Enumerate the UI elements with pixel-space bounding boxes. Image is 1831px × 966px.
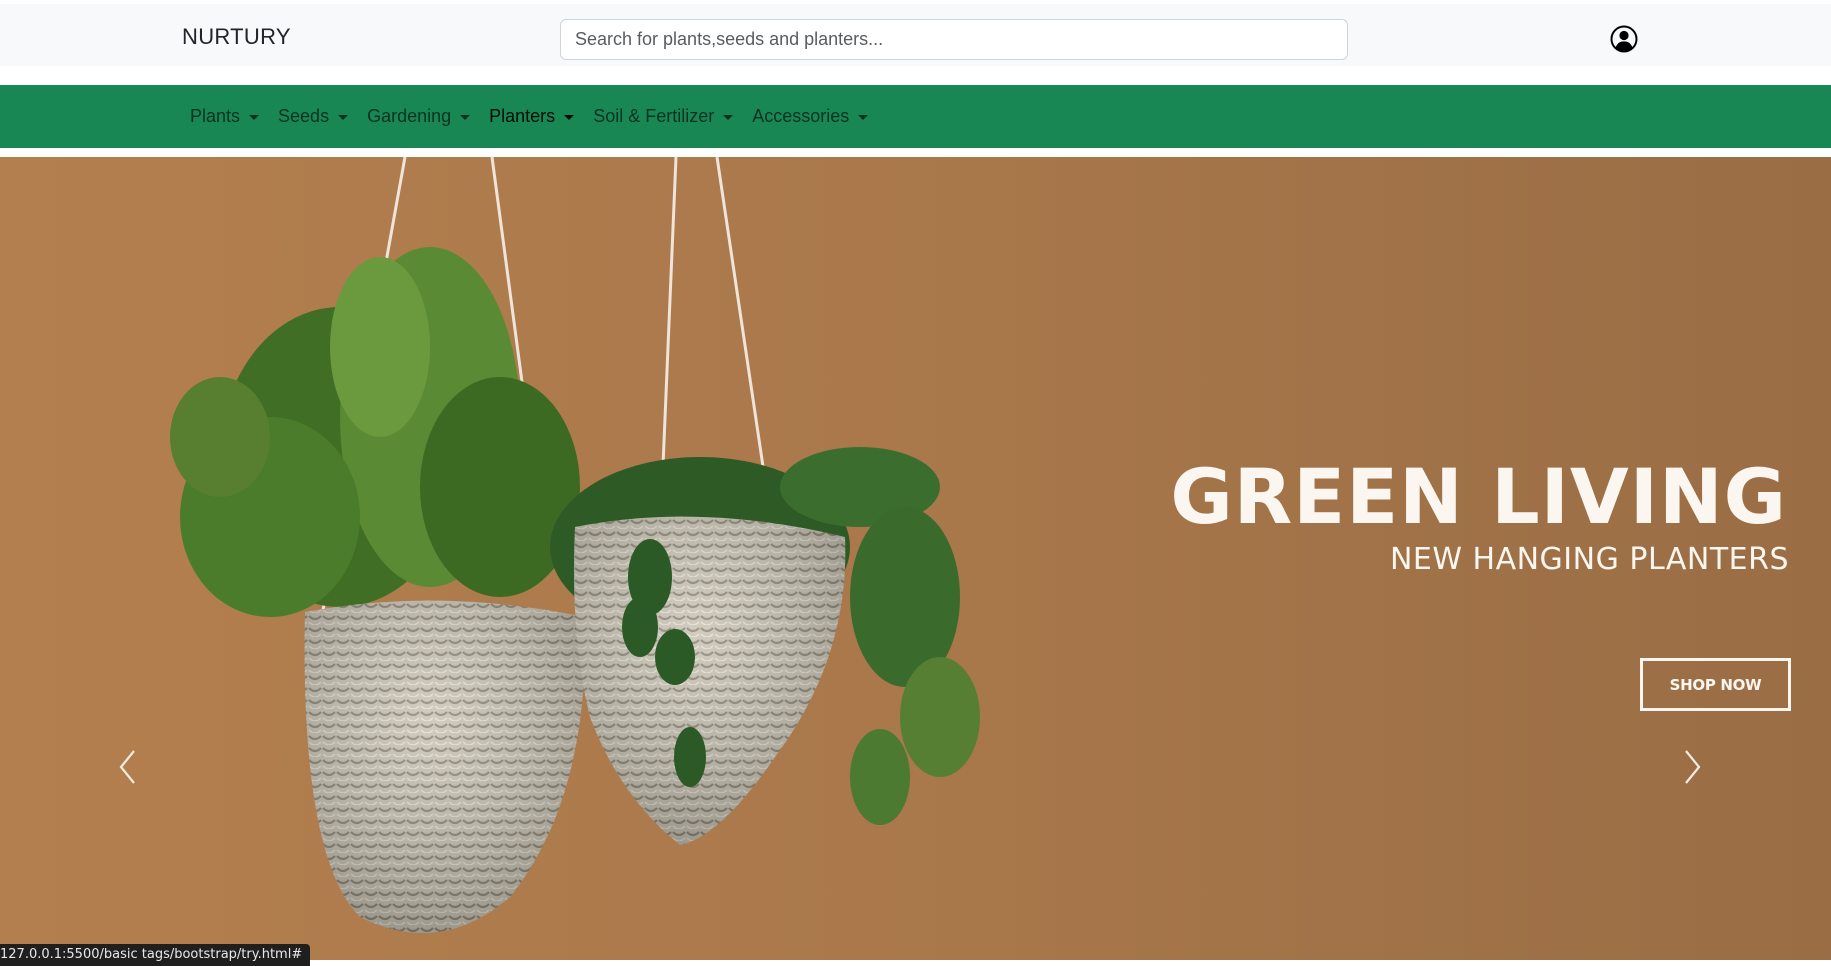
caret-down-icon xyxy=(723,114,734,120)
chevron-right-icon xyxy=(1685,750,1701,784)
nav-item-label: Accessories xyxy=(752,106,850,126)
chevron-left-icon xyxy=(119,750,135,784)
category-navbar: Plants Seeds Gardening Planters Soil & F… xyxy=(0,85,1831,148)
caret-down-icon xyxy=(338,114,349,120)
caret-down-icon xyxy=(460,114,471,120)
status-bar-url: 127.0.0.1:5500/basic tags/bootstrap/try.… xyxy=(0,944,311,966)
nav-item-label: Seeds xyxy=(278,106,330,126)
nav-item-label: Planters xyxy=(489,106,556,126)
carousel-next-button[interactable] xyxy=(1672,737,1712,797)
nav-item-planters[interactable]: Planters xyxy=(489,106,575,127)
caret-down-icon xyxy=(249,114,260,120)
nav-item-plants[interactable]: Plants xyxy=(190,106,260,127)
hero-subheadline: NEW HANGING PLANTERS xyxy=(1389,542,1789,577)
hero-headline: GREEN LIVING xyxy=(1170,452,1787,541)
nav-item-label: Plants xyxy=(190,106,241,126)
nav-item-label: Gardening xyxy=(367,106,452,126)
nav-item-soil-fertilizer[interactable]: Soil & Fertilizer xyxy=(593,106,734,127)
nav-item-seeds[interactable]: Seeds xyxy=(278,106,349,127)
top-header: NURTURY xyxy=(0,4,1831,66)
nav-item-accessories[interactable]: Accessories xyxy=(752,106,869,127)
brand-logo[interactable]: NURTURY xyxy=(182,24,291,50)
caret-down-icon xyxy=(858,114,869,120)
shop-now-button[interactable]: SHOP NOW xyxy=(1640,658,1791,711)
hero-carousel: GREEN LIVING NEW HANGING PLANTERS SHOP N… xyxy=(0,157,1831,960)
user-circle-icon[interactable] xyxy=(1610,25,1638,53)
search-input[interactable] xyxy=(560,19,1348,60)
carousel-prev-button[interactable] xyxy=(108,737,148,797)
caret-down-icon xyxy=(564,114,575,120)
nav-menu: Plants Seeds Gardening Planters Soil & F… xyxy=(190,85,887,148)
nav-item-gardening[interactable]: Gardening xyxy=(367,106,471,127)
nav-item-label: Soil & Fertilizer xyxy=(593,106,715,126)
